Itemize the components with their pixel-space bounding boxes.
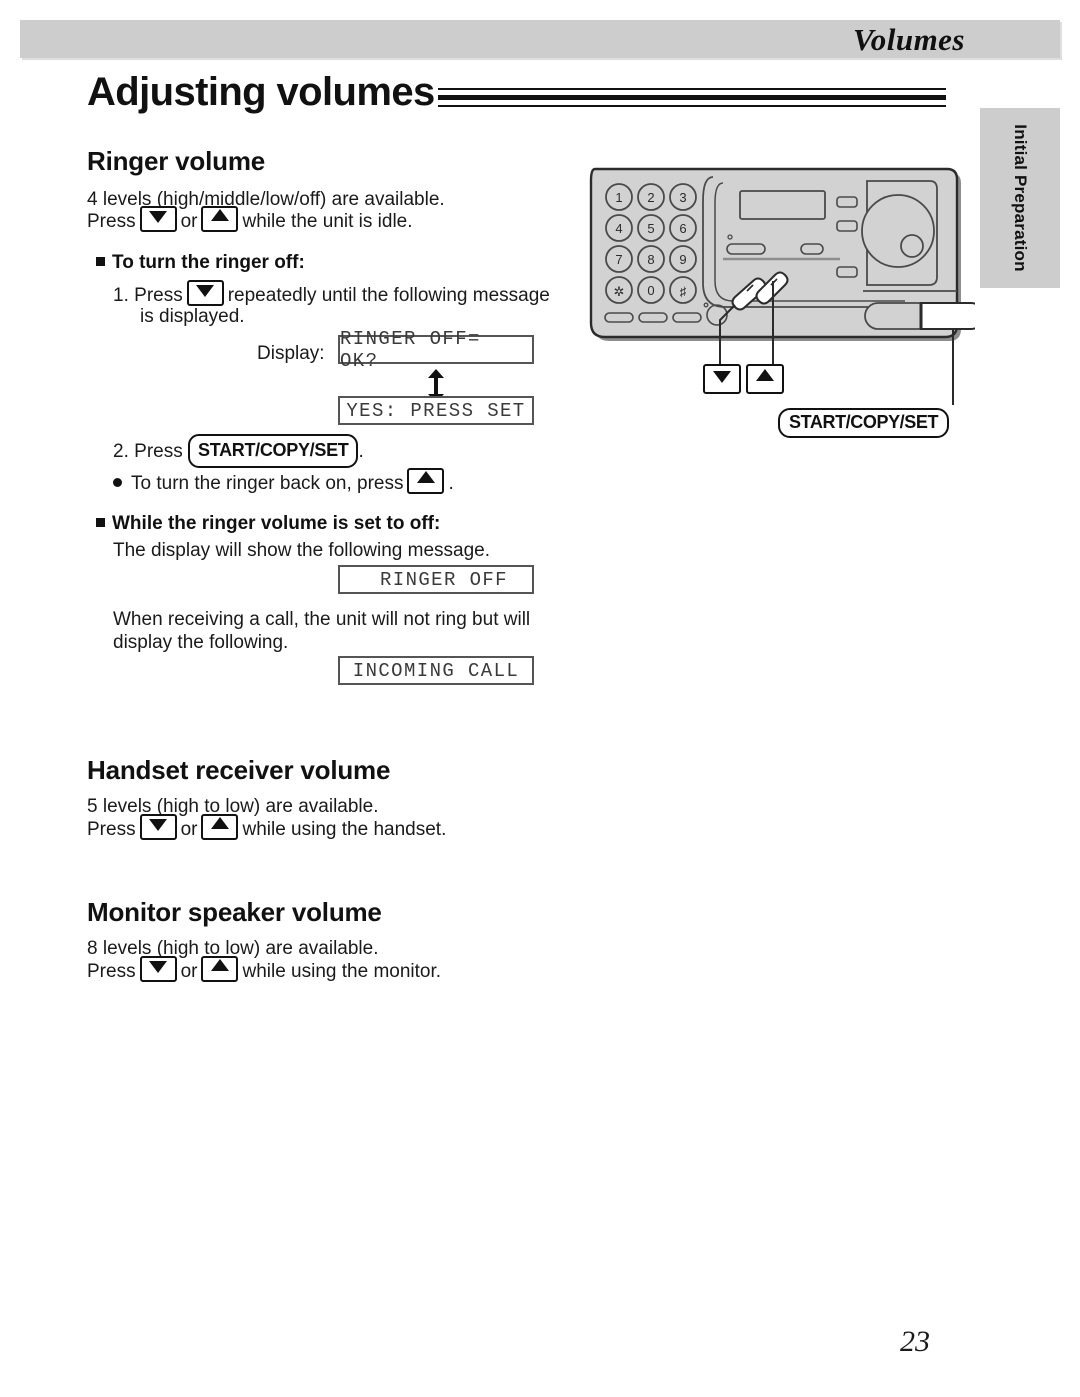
up-arrow-key-icon [407, 468, 445, 494]
monitor-intro-line-2: Press or while using the monitor. [87, 956, 441, 985]
section-title-monitor-speaker-volume: Monitor speaker volume [87, 897, 382, 927]
svg-text:5: 5 [647, 221, 654, 236]
callout-up-arrow-key-icon [746, 364, 784, 394]
or-label: or [180, 961, 198, 982]
page-title: Adjusting volumes [87, 70, 435, 114]
header-title: Volumes [852, 22, 965, 57]
svg-text:9: 9 [679, 252, 686, 267]
ringer-note-back-on: To turn the ringer back on, press. [113, 468, 454, 497]
square-bullet-icon [96, 257, 105, 266]
step-number: 2. [113, 441, 129, 462]
ringer-intro-tail: while the unit is idle. [242, 211, 413, 232]
section-title-ringer-volume: Ringer volume [87, 146, 265, 176]
page-header-band: Volumes [20, 20, 1060, 58]
round-bullet-icon [113, 478, 122, 487]
subheading-turn-ringer-off: To turn the ringer off: [96, 252, 305, 274]
period: . [358, 441, 364, 462]
ringer-step-1-line-2: is displayed. [140, 306, 245, 327]
up-arrow-key-icon [201, 956, 239, 982]
svg-text:8: 8 [647, 252, 654, 267]
ringer-step-1-tail: repeatedly until the following message [227, 285, 550, 306]
display-label: Display: [257, 343, 325, 364]
lcd-yes-press-set: YES: PRESS SET [338, 396, 534, 425]
ringer-note-text: To turn the ringer back on, press [131, 473, 404, 494]
ringer-intro-line-2: Press or while the unit is idle. [87, 206, 413, 235]
svg-text:1: 1 [615, 190, 622, 205]
lcd-ringer-off: RINGER OFF [338, 565, 534, 594]
side-tab-label: Initial Preparation [1011, 124, 1030, 272]
press-label: Press [87, 819, 136, 840]
subheading-ringer-set-to-off: While the ringer volume is set to off: [96, 513, 440, 535]
handset-intro-line-2: Press or while using the handset. [87, 814, 446, 843]
down-arrow-key-icon [139, 206, 177, 232]
ringer-off-line-1: The display will show the following mess… [113, 540, 491, 561]
section-title-handset-receiver-volume: Handset receiver volume [87, 755, 391, 785]
page-number: 23 [900, 1325, 930, 1358]
svg-text:6: 6 [679, 221, 686, 236]
handset-intro-tail: while using the handset. [242, 819, 447, 840]
monitor-intro-tail: while using the monitor. [242, 961, 442, 982]
svg-text:3: 3 [679, 190, 686, 205]
press-label: Press [134, 441, 183, 462]
svg-text:2: 2 [647, 190, 654, 205]
or-label: or [180, 211, 198, 232]
up-arrow-key-icon [201, 206, 239, 232]
ringer-off-line-3: display the following. [113, 632, 289, 653]
lcd-ringer-off-ok: RINGER OFF= OK? [338, 328, 534, 372]
svg-text:4: 4 [615, 221, 622, 236]
callout-down-arrow-key-icon [703, 364, 741, 394]
press-label: Press [87, 961, 136, 982]
start-copy-set-button-ref: START/COPY/SET [188, 434, 359, 468]
callout-start-copy-set: START/COPY/SET [778, 408, 950, 438]
subheading-text: To turn the ringer off: [112, 252, 305, 273]
ringer-step-2: 2. Press START/COPY/SET. [113, 434, 364, 468]
fax-machine-illustration: 1 2 3 4 5 6 7 8 9 ✲ 0 ♯ [575, 155, 985, 445]
square-bullet-icon [96, 518, 105, 527]
period: . [448, 473, 454, 494]
svg-text:7: 7 [615, 252, 622, 267]
down-arrow-key-icon [139, 956, 177, 982]
press-label: Press [87, 211, 136, 232]
heading-rule [438, 88, 946, 107]
or-label: or [180, 819, 198, 840]
subheading-text: While the ringer volume is set to off: [112, 513, 441, 534]
step-number: 1. [113, 285, 129, 306]
lcd-incoming-call: INCOMING CALL [338, 656, 534, 685]
side-tab-initial-preparation: Initial Preparation [980, 108, 1060, 288]
down-arrow-key-icon [139, 814, 177, 840]
up-arrow-key-icon [201, 814, 239, 840]
